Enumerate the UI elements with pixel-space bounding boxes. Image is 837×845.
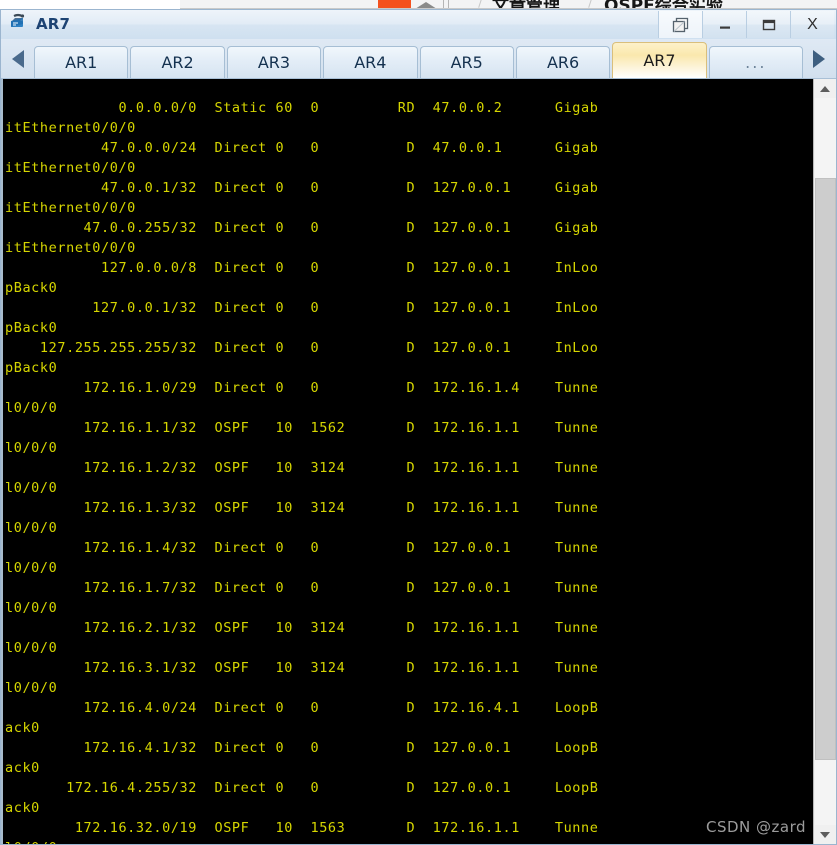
- tab-label: AR7: [643, 50, 676, 70]
- tab-strip: AR1 AR2 AR3 AR4 AR5 AR6 AR7...: [33, 40, 804, 78]
- maximize-button[interactable]: [746, 11, 790, 38]
- window-title-label: AR7: [36, 14, 71, 33]
- router-icon: [9, 13, 30, 34]
- tab-label: AR1: [65, 52, 98, 72]
- tab-label: AR6: [546, 52, 580, 72]
- tab-label: AR5: [450, 52, 483, 72]
- scroll-down-button[interactable]: [814, 825, 836, 844]
- scrollbar-thumb[interactable]: [815, 178, 836, 760]
- tab-ar7[interactable]: AR7: [612, 41, 707, 78]
- device-tab-bar: AR1 AR2 AR3 AR4 AR5 AR6 AR7...: [1, 39, 836, 79]
- tab-label: AR3: [257, 52, 291, 72]
- terminal-area[interactable]: 0.0.0.0/0 Static 60 0 RD 47.0.0.2 Gigab …: [1, 79, 836, 844]
- tab-ar5[interactable]: AR5: [419, 45, 514, 78]
- tab-scroll-left-button[interactable]: [3, 40, 33, 78]
- tab-label: ...: [745, 52, 767, 72]
- close-icon: X: [807, 15, 818, 33]
- scrollbar-track-upper[interactable]: [815, 98, 836, 178]
- tab-ar3[interactable]: AR3: [226, 45, 322, 78]
- tab-ar2[interactable]: AR2: [130, 45, 225, 78]
- arrow-left-icon: [12, 49, 24, 68]
- scroll-up-button[interactable]: [814, 79, 836, 98]
- tab-ar1[interactable]: AR1: [34, 45, 129, 78]
- restore-icon: [672, 17, 688, 32]
- tab-label: AR2: [161, 52, 194, 72]
- maximize-icon: [762, 19, 775, 30]
- tab-ar6[interactable]: AR6: [515, 45, 611, 78]
- minimize-button[interactable]: [702, 11, 746, 38]
- window-title-bar[interactable]: AR7 X: [1, 10, 836, 39]
- routing-table-output: 0.0.0.0/0 Static 60 0 RD 47.0.0.2 Gigab …: [5, 99, 599, 845]
- tab-ar4[interactable]: AR4: [323, 45, 418, 78]
- window-title-group: AR7: [9, 13, 70, 34]
- close-button[interactable]: X: [790, 11, 834, 38]
- restore-button[interactable]: [658, 11, 702, 38]
- scrollbar-track-lower[interactable]: [815, 760, 836, 825]
- router-cli-window: AR7 X AR1 AR2 AR3 AR4 AR5 AR6 AR7 ... 0.…: [0, 9, 837, 845]
- terminal-scrollbar[interactable]: [813, 79, 836, 844]
- tab-label: AR4: [354, 52, 387, 72]
- chevron-up-icon: [820, 85, 830, 92]
- minimize-icon: [719, 26, 730, 29]
- tab-moremoremore[interactable]: ...: [708, 45, 803, 78]
- window-controls: X: [658, 11, 834, 38]
- chevron-down-icon: [820, 831, 830, 838]
- tab-scroll-right-button[interactable]: [804, 40, 834, 78]
- arrow-right-icon: [813, 49, 825, 68]
